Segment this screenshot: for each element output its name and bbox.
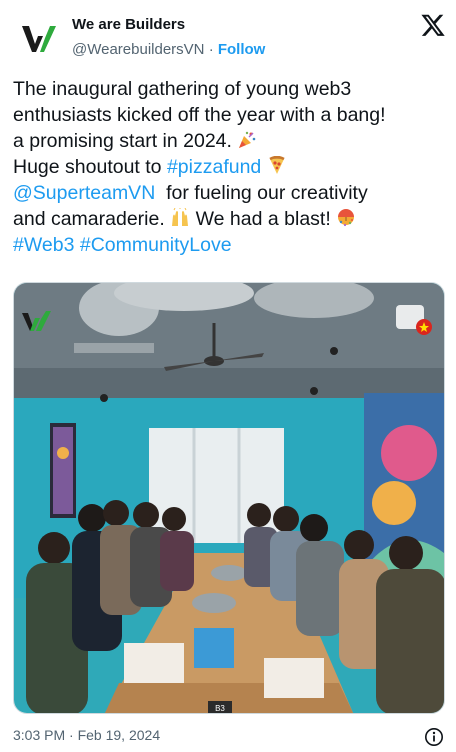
tweet-line-text: a promising start in 2024. <box>13 130 232 152</box>
tweet-photo[interactable]: B3 <box>13 282 445 714</box>
hashtag-web3[interactable]: #Web3 <box>13 234 74 256</box>
handle-row: @WearebuildersVN · Follow <box>72 41 265 58</box>
confetti-ball-icon <box>338 209 355 227</box>
avatar[interactable] <box>14 14 62 62</box>
tweet-date: Feb 19, 2024 <box>77 727 161 743</box>
wall-poster <box>50 423 76 518</box>
party-popper-icon <box>239 131 256 148</box>
raising-hands-icon <box>172 208 189 226</box>
tweet-line: and camaraderie. We had a blast! <box>13 206 445 232</box>
tweet-line: a promising start in 2024. <box>13 128 445 154</box>
hashtag-pizzafund[interactable]: #pizzafund <box>167 156 261 178</box>
tweet-line: Huge shoutout to #pizzafund <box>13 154 445 180</box>
display-name[interactable]: We are Builders <box>72 16 185 33</box>
tweet-line-text: Huge shoutout to <box>13 156 167 178</box>
tweet-timestamp[interactable]: 3:03 PM · Feb 19, 2024 <box>13 727 160 743</box>
mention-superteamvn[interactable]: @SuperteamVN <box>13 182 155 204</box>
separator: · <box>208 41 214 58</box>
pizza-icon <box>269 156 285 174</box>
tweet-line-text: We had a blast! <box>190 208 331 230</box>
tweet-line: @SuperteamVN for fueling our creativity <box>13 180 445 206</box>
follow-button[interactable]: Follow <box>218 41 266 58</box>
tweet-line: The inaugural gathering of young web3 <box>13 78 352 100</box>
tweet-line-text: for fueling our creativity <box>155 182 368 204</box>
tweet-line: enthusiasts kicked off the year with a b… <box>13 104 386 126</box>
tweet-line-text: and camaraderie. <box>13 208 165 230</box>
x-logo-icon[interactable] <box>420 12 446 38</box>
hashtag-communitylove[interactable]: #CommunityLove <box>80 234 232 256</box>
tweet-text: The inaugural gathering of young web3 en… <box>13 76 445 258</box>
tweet-header: We are Builders @WearebuildersVN · Follo… <box>0 0 456 70</box>
handle[interactable]: @WearebuildersVN <box>72 41 205 58</box>
separator: · <box>69 727 74 743</box>
room-label: B3 <box>215 704 225 713</box>
tweet-line: #Web3 #CommunityLove <box>13 232 445 258</box>
info-icon[interactable] <box>424 727 444 747</box>
tweet-time: 3:03 PM <box>13 727 66 743</box>
